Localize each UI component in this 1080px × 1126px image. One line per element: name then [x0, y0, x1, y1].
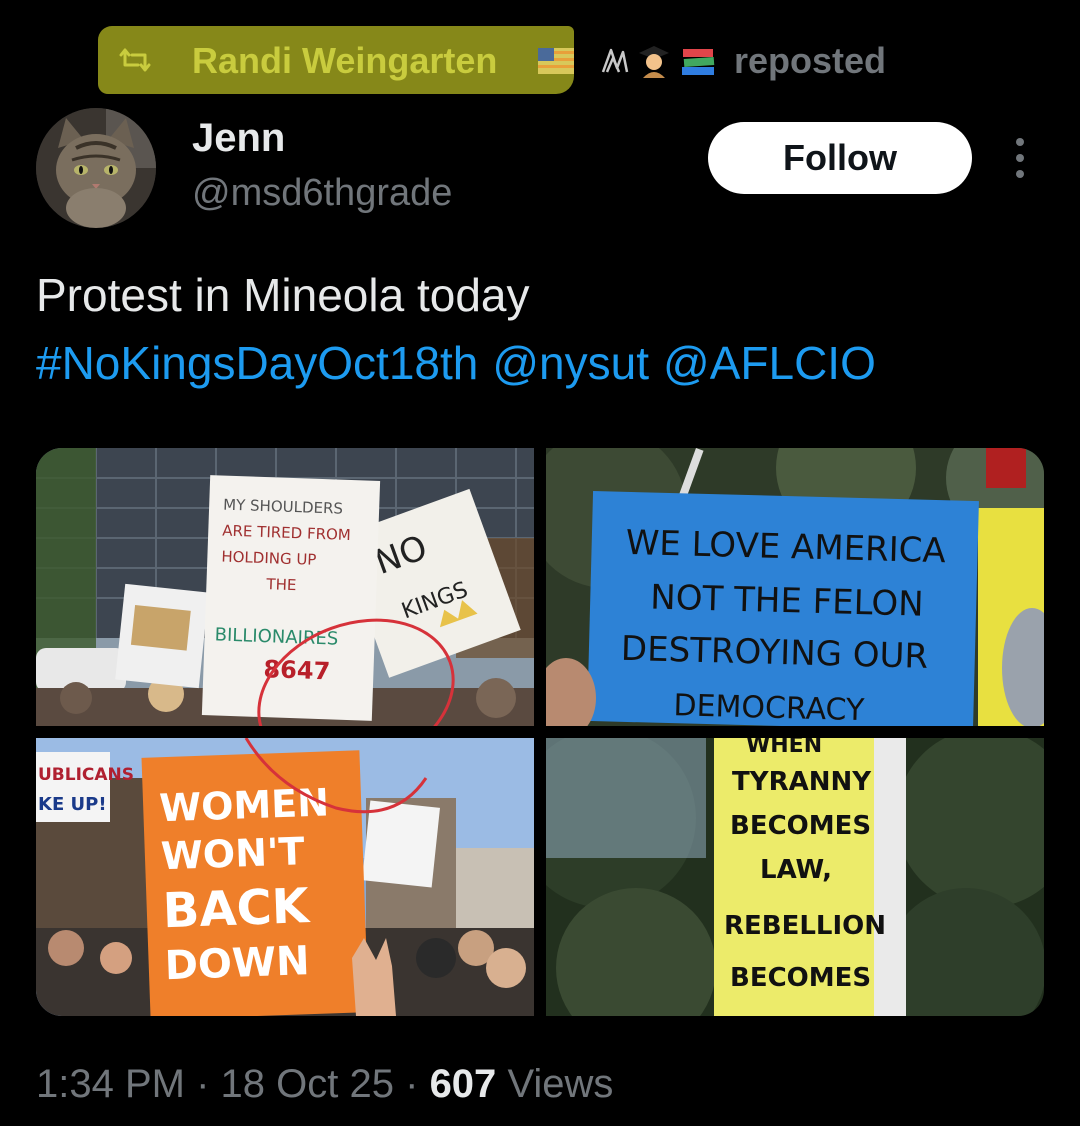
sign-line-3: BACK [162, 878, 312, 939]
sign-line-1: WOMEN [158, 780, 329, 830]
sign-line-1: WE LOVE AMERICA [625, 523, 946, 571]
tweet-links: #NoKingsDayOct18th @nysut @AFLCIO [36, 332, 890, 394]
photo-4[interactable]: WHEN TYRANNY BECOMES LAW, REBELLION BECO… [546, 738, 1044, 1016]
sign-line-4: DEMOCRACY [673, 688, 865, 726]
tweet-text: Protest in Mineola today [36, 269, 530, 321]
teacher-emoji-icon [636, 44, 672, 78]
photo-3[interactable]: UBLICANS KE UP! WOMEN WON'T BACK DOWN [36, 738, 534, 1016]
mention-link-aflcio[interactable]: @AFLCIO [663, 337, 876, 389]
side-sign-line-1: UBLICANS [38, 765, 134, 785]
avatar[interactable] [36, 108, 156, 228]
photo-2[interactable]: WE LOVE AMERICA NOT THE FELON DESTROYING… [546, 448, 1044, 726]
sign-line-4: THE [265, 575, 297, 594]
more-options-icon[interactable] [1006, 136, 1034, 180]
photo-grid: NO KINGS MY SHOULDERS ARE TIRED FROM HOL… [36, 448, 1044, 1016]
sign-line-3: DESTROYING OUR [620, 629, 928, 677]
sign-line-5: REBELLION [724, 911, 886, 941]
author-handle[interactable]: @msd6thgrade [192, 172, 452, 215]
sign-line-6: BECOMES [730, 963, 871, 993]
cat-avatar-image [36, 108, 156, 228]
meta-separator: · [196, 1062, 210, 1106]
repost-icon [119, 48, 151, 72]
tweet-time[interactable]: 1:34 PM [36, 1062, 185, 1106]
tweet-meta: 1:34 PM · 18 Oct 25 · 607 Views [36, 1062, 613, 1107]
sign-line-2: WON'T [160, 829, 305, 878]
sign-line-1: WHEN [746, 738, 822, 758]
sign-line-4: LAW, [760, 855, 832, 885]
sign-line-2: NOT THE FELON [650, 578, 924, 625]
paperclips-icon [596, 44, 632, 78]
views-label: Views [507, 1062, 614, 1106]
sign-line-5: BILLIONAIRES [214, 624, 338, 649]
side-sign-line-2: KE UP! [38, 794, 107, 815]
author-name[interactable]: Jenn [192, 116, 285, 161]
sign-line-3: BECOMES [730, 811, 871, 841]
meta-separator: · [405, 1062, 419, 1106]
views-count: 607 [429, 1062, 497, 1106]
follow-button[interactable]: Follow [708, 122, 972, 194]
photo-1[interactable]: NO KINGS MY SHOULDERS ARE TIRED FROM HOL… [36, 448, 534, 726]
hashtag-link[interactable]: #NoKingsDayOct18th [36, 337, 478, 389]
reposted-label: reposted [734, 40, 887, 81]
us-flag-icon [536, 44, 576, 78]
books-emoji-icon [678, 44, 718, 78]
sign-line-3: HOLDING UP [221, 548, 317, 569]
tweet-date[interactable]: 18 Oct 25 [221, 1062, 394, 1106]
reposter-name-link[interactable]: Randi Weingarten [192, 40, 497, 82]
sign-line-2: TYRANNY [732, 767, 872, 797]
mention-link-nysut[interactable]: @nysut [492, 337, 649, 389]
repost-context: Randi Weingarten reposted [96, 22, 916, 98]
sign-line-4: DOWN [164, 938, 310, 989]
